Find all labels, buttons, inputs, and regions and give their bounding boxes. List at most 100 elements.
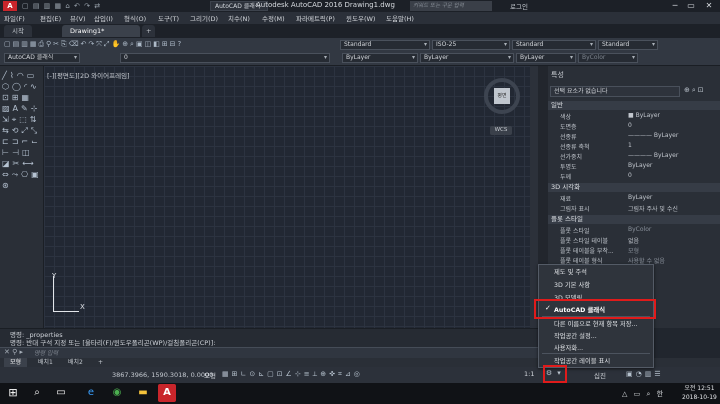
prop-label: 투명도 (560, 164, 577, 171)
clock-time: 오전 12:51 (684, 385, 715, 392)
tab-start[interactable]: 시작 (4, 25, 32, 37)
menu-format[interactable]: 형식(O) (124, 13, 146, 23)
dim-style-dropdown[interactable]: ISO-25 (432, 40, 510, 50)
canvas-vertical-scrollbar[interactable] (530, 66, 538, 328)
prop-label: 도면층 (560, 124, 577, 131)
menu-help[interactable]: 도움말(H) (386, 13, 414, 23)
clock-date: 2018-10-19 (682, 394, 717, 401)
tab-drawing1[interactable]: Drawing1* (62, 25, 140, 37)
section-general[interactable]: 일반 (548, 101, 720, 110)
selection-dropdown[interactable]: 선택 요소가 없습니다 (550, 86, 680, 97)
table-style-dropdown[interactable]: Standard (512, 40, 596, 50)
save-workspace-as-item[interactable]: 다른 이름으로 현재 항목 저장... (554, 319, 638, 328)
minimize-button[interactable]: ─ (668, 0, 682, 12)
prop-value[interactable]: ———— ByLayer (628, 132, 678, 139)
menu-file[interactable]: 파일(F) (4, 13, 25, 23)
autocad-taskbar-icon[interactable]: A (158, 384, 176, 402)
model-space-button[interactable]: 모형 (204, 370, 216, 380)
taskbar-clock[interactable]: 오전 12:51 2018-10-19 (682, 384, 717, 402)
prop-label: 선종류 축척 (560, 144, 590, 151)
properties-title: 특성 (551, 71, 564, 79)
prop-value[interactable]: 없음 (628, 236, 639, 245)
command-input[interactable] (0, 347, 538, 358)
standard-toolbar-icons[interactable]: ▢▤▥▦⎙⚲✂⎘⌫↶↷⤧⤢✋⊕⌕▣◫◧⊞⊟? (4, 40, 324, 51)
multileader-style-dropdown[interactable]: Standard (598, 40, 658, 50)
edge-icon[interactable]: e (82, 384, 100, 402)
display-workspace-label-item[interactable]: 작업공간 레이블 표시 (554, 356, 610, 365)
windows-start-icon[interactable]: ⊞ (4, 384, 22, 402)
ucs-y-axis (53, 276, 54, 312)
prop-value[interactable]: 1 (628, 142, 632, 149)
menu-parametric[interactable]: 파라메트릭(P) (296, 13, 335, 23)
menu-dimension[interactable]: 치수(N) (228, 13, 250, 23)
menu-separator (542, 353, 650, 354)
tab-layout1[interactable]: 배치1 (32, 358, 59, 367)
command-history-line: 명령: 반대 구석 지정 또는 [울타리(F)/윈도우폴리곤(WP)/걸침폴리곤… (10, 339, 216, 347)
autocad-logo-icon[interactable]: A (3, 1, 17, 11)
task-view-icon[interactable]: ▭ (52, 384, 70, 402)
menu-draw[interactable]: 그리기(D) (190, 13, 218, 23)
wcs-button[interactable]: WCS (490, 126, 512, 135)
plot-style-dropdown[interactable]: ByColor (578, 53, 638, 63)
linetype-dropdown[interactable]: ByLayer (420, 53, 514, 63)
menu-view[interactable]: 뷰(V) (70, 13, 86, 23)
system-tray-icons[interactable]: △ ▭ ⌕ 한 (622, 389, 665, 399)
units-label[interactable]: 십진 (594, 370, 606, 380)
ucs-x-label: X (80, 303, 85, 311)
layer-dropdown[interactable]: 0 (120, 53, 330, 63)
section-plot-style[interactable]: 플롯 스타일 (548, 215, 720, 224)
quick-access-toolbar[interactable]: ▢ ▤ ▥ ▦ ⌂ ↶ ↷ ⇄ (22, 2, 101, 10)
workspace-item[interactable]: 제도 및 주석 (554, 267, 587, 276)
prop-label: 선종류 (560, 134, 577, 141)
ucs-x-axis (53, 311, 79, 312)
section-3d-visualization[interactable]: 3D 시각화 (548, 183, 720, 192)
prop-label: 그림자 표시 (560, 206, 590, 213)
search-icon[interactable]: ⌕ (28, 384, 46, 402)
drawing-canvas[interactable] (44, 66, 530, 328)
customize-item[interactable]: 사용자화... (554, 343, 583, 352)
prop-value[interactable]: 모형 (628, 246, 639, 255)
menu-tools[interactable]: 도구(T) (158, 13, 179, 23)
command-placeholder: 명령 입력 (34, 350, 58, 357)
prop-value[interactable]: ByColor (628, 226, 651, 233)
workspace-dropdown[interactable]: AutoCAD 클래식 (4, 53, 80, 63)
viewcube-face[interactable]: 평면 (494, 88, 510, 104)
prop-value[interactable]: 0 (628, 122, 632, 129)
annotation-scale[interactable]: 1:1 (524, 370, 534, 378)
prop-value[interactable]: 0 (628, 172, 632, 179)
prop-label: 색상 (560, 114, 572, 121)
color-dropdown[interactable]: ByLayer (342, 53, 418, 63)
menu-window[interactable]: 윈도우(W) (346, 13, 375, 23)
draw-tools-icons[interactable]: ╱⌇◠▭⬡◯◜∿⊡⊞▦▨A✎⊹⇲⌖⬚⇅⇆⟲⤢⤡⊏⊐⌐⌙⊢⊣◫◪✂⟷⇔⤳⎔▣⊛ (2, 70, 42, 320)
viewport-controls-label[interactable]: [-][평면도][2D 와이어프레임] (47, 70, 130, 80)
search-input[interactable]: 키워드 또는 구문 입력 (410, 1, 492, 11)
lineweight-dropdown[interactable]: ByLayer (516, 53, 576, 63)
text-style-dropdown[interactable]: Standard (340, 40, 430, 50)
workspace-item[interactable]: 3D 기본 사항 (554, 280, 590, 289)
chrome-icon[interactable]: ◉ (108, 384, 126, 402)
login-button[interactable]: 로그인 (510, 1, 528, 11)
prop-label: 플롯 스타일 테이블 (560, 238, 608, 245)
highlight-box-menu-item (534, 299, 656, 319)
status-right-icons[interactable]: ▣◔▥☰ (626, 370, 664, 378)
command-close-icon[interactable]: ✕ ⚲ ▸ (4, 348, 23, 356)
tab-layout2[interactable]: 배치2 (62, 358, 89, 367)
tab-model[interactable]: 모형 (4, 358, 28, 367)
file-explorer-icon[interactable]: ▬ (134, 384, 152, 402)
new-tab-button[interactable]: + (142, 25, 156, 37)
add-layout-button[interactable]: + (92, 358, 109, 367)
menu-edit[interactable]: 편집(E) (40, 13, 61, 23)
quick-select-icons[interactable]: ⊕⌕⊡ (684, 86, 706, 95)
menu-modify[interactable]: 수정(M) (262, 13, 285, 23)
menu-insert[interactable]: 삽입(I) (94, 13, 113, 23)
prop-value[interactable]: ByLayer (628, 194, 652, 201)
drafting-toggle-icons[interactable]: ▦⊞∟⊙⊾▢⊡∠⊹≡⟂⊕✜⌗⊿◎ (222, 370, 522, 379)
workspace-settings-item[interactable]: 작업공간 설정... (554, 331, 597, 340)
close-button[interactable]: ✕ (702, 0, 716, 12)
ucs-y-label: Y (52, 272, 57, 280)
prop-value[interactable]: ■ ByLayer (628, 112, 660, 119)
prop-value[interactable]: ———— ByLayer (628, 152, 678, 159)
prop-value[interactable]: ByLayer (628, 162, 652, 169)
prop-value[interactable]: 그림자 주사 및 수신 (628, 204, 678, 213)
restore-button[interactable]: ▭ (684, 0, 698, 12)
